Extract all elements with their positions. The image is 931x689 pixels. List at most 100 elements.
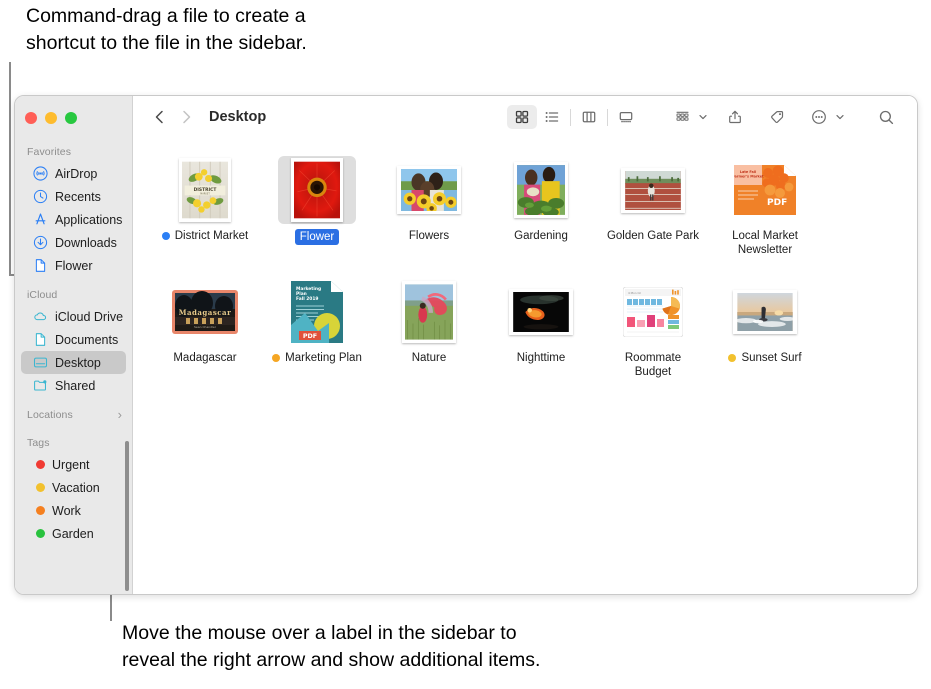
- document-icon: [33, 332, 48, 347]
- tag-dot-icon: [36, 460, 45, 469]
- sidebar-item-flower[interactable]: Flower: [21, 254, 126, 277]
- file-item[interactable]: Late Fall Farmer's Market PDF Local Mark…: [709, 150, 821, 272]
- file-item[interactable]: DISTRICT MARKET District Market: [149, 150, 261, 272]
- svg-text:Farmer's Market: Farmer's Market: [734, 175, 764, 179]
- tag-dot-icon: [36, 483, 45, 492]
- file-tag-dot: [161, 232, 170, 240]
- file-name: Roommate Budget: [624, 352, 682, 378]
- cloud-icon: [33, 309, 48, 324]
- file-label-row: Marketing Plan: [272, 351, 362, 365]
- action-menu-button[interactable]: [804, 105, 834, 129]
- file-thumbnail: [502, 156, 580, 224]
- sidebar-item-tag-garden[interactable]: Garden: [21, 522, 126, 545]
- clock-icon: [33, 189, 48, 204]
- file-label-row: Nature: [412, 351, 447, 365]
- sidebar-item-recents[interactable]: Recents: [21, 185, 126, 208]
- file-label-row: Flowers: [409, 229, 449, 243]
- close-button[interactable]: [25, 112, 37, 124]
- file-thumbnail: Late Fall Farmer's Market PDF: [726, 156, 804, 224]
- sidebar-section-label: Locations: [27, 408, 73, 421]
- toolbar-divider: [570, 108, 571, 126]
- file-label-row: Local Market Newsletter: [732, 229, 798, 257]
- sidebar-item-icloud-drive[interactable]: iCloud Drive: [21, 305, 126, 328]
- file-name: Local Market Newsletter: [732, 230, 798, 256]
- zoom-button[interactable]: [65, 112, 77, 124]
- file-label-row: Nighttime: [517, 351, 566, 365]
- sidebar-item-label: Applications: [55, 212, 123, 227]
- file-name: Golden Gate Park: [606, 230, 700, 242]
- back-button[interactable]: [147, 104, 173, 130]
- sidebar-section-header-tags: Tags: [15, 435, 132, 453]
- file-label-row: Sunset Surf: [728, 351, 802, 365]
- search-button[interactable]: [871, 105, 901, 129]
- file-item[interactable]: Madagascar Sean Chandler Madagascar: [149, 272, 261, 394]
- file-item[interactable]: 4 Mon Oc Roommate Budget: [597, 272, 709, 394]
- group-by-button[interactable]: [667, 105, 697, 129]
- minimize-button[interactable]: [45, 112, 57, 124]
- icon-view-button[interactable]: [507, 105, 537, 129]
- sidebar-item-applications[interactable]: Applications: [21, 208, 126, 231]
- document-icon: [33, 258, 48, 273]
- file-thumbnail: [726, 278, 804, 346]
- sidebar-section-label: iCloud: [27, 288, 58, 301]
- file-item[interactable]: Flowers: [373, 150, 485, 272]
- file-thumbnail: Marketing Plan Fall 2019 PDF: [278, 278, 356, 346]
- file-item[interactable]: Flower: [261, 150, 373, 272]
- file-item[interactable]: Sunset Surf: [709, 272, 821, 394]
- file-thumbnail: [502, 278, 580, 346]
- file-name: Gardening: [514, 230, 568, 242]
- sidebar-item-documents[interactable]: Documents: [21, 328, 126, 351]
- callout-top-leader-vertical: [9, 62, 11, 276]
- gallery-view-button[interactable]: [611, 105, 641, 129]
- tag-button[interactable]: [762, 105, 792, 129]
- svg-text:Late Fall: Late Fall: [740, 170, 756, 174]
- sidebar-item-downloads[interactable]: Downloads: [21, 231, 126, 254]
- sidebar-scrollbar[interactable]: [125, 441, 129, 591]
- toolbar-divider: [607, 108, 608, 126]
- file-tag-dot: [728, 354, 737, 362]
- file-item[interactable]: Nature: [373, 272, 485, 394]
- desktop-icon: [33, 355, 48, 370]
- share-button[interactable]: [720, 105, 750, 129]
- file-name: Sunset Surf: [741, 352, 802, 364]
- sidebar-item-label: Documents: [55, 332, 119, 347]
- file-item[interactable]: Nighttime: [485, 272, 597, 394]
- chevron-right-icon[interactable]: ›: [118, 408, 122, 421]
- sidebar-item-label: Vacation: [52, 480, 100, 495]
- forward-button[interactable]: [173, 104, 199, 130]
- sidebar-item-airdrop[interactable]: AirDrop: [21, 162, 126, 185]
- window-controls: [15, 104, 132, 134]
- file-thumbnail: [390, 278, 468, 346]
- file-item[interactable]: Marketing Plan Fall 2019 PDF Marketing P…: [261, 272, 373, 394]
- file-item[interactable]: Golden Gate Park: [597, 150, 709, 272]
- svg-text:Fall 2019: Fall 2019: [296, 296, 318, 302]
- column-view-button[interactable]: [574, 105, 604, 129]
- svg-text:MARKET: MARKET: [200, 192, 210, 195]
- view-switcher: [507, 105, 641, 129]
- action-menu-chevron-down-icon[interactable]: [835, 112, 845, 122]
- sidebar-item-tag-work[interactable]: Work: [21, 499, 126, 522]
- list-view-button[interactable]: [537, 105, 567, 129]
- download-icon: [33, 235, 48, 250]
- group-by-chevron-down-icon[interactable]: [698, 112, 708, 122]
- file-label-row: District Market: [161, 229, 248, 243]
- applications-icon: [33, 212, 48, 227]
- sidebar-item-tag-vacation[interactable]: Vacation: [21, 476, 126, 499]
- sidebar-item-tag-urgent[interactable]: Urgent: [21, 453, 126, 476]
- path-title: Desktop: [209, 109, 267, 125]
- sidebar-item-shared[interactable]: Shared: [21, 374, 126, 397]
- sidebar-item-label: iCloud Drive: [55, 309, 124, 324]
- sidebar-section-header-favorites: Favorites: [15, 144, 132, 162]
- sidebar: Favorites AirDrop Recents Applications D…: [15, 96, 133, 594]
- file-name: Nighttime: [516, 352, 566, 364]
- sidebar-item-label: Garden: [52, 526, 94, 541]
- tag-dot-icon: [36, 506, 45, 515]
- main-pane: Desktop DISTRICT MARKET District Market …: [133, 96, 917, 594]
- airdrop-icon: [33, 166, 48, 181]
- toolbar: Desktop: [133, 96, 917, 138]
- sidebar-item-label: Desktop: [55, 355, 101, 370]
- file-item[interactable]: Gardening: [485, 150, 597, 272]
- sidebar-section-header-locations[interactable]: Locations ›: [15, 407, 132, 425]
- sidebar-item-desktop[interactable]: Desktop: [21, 351, 126, 374]
- finder-window: Favorites AirDrop Recents Applications D…: [14, 95, 918, 595]
